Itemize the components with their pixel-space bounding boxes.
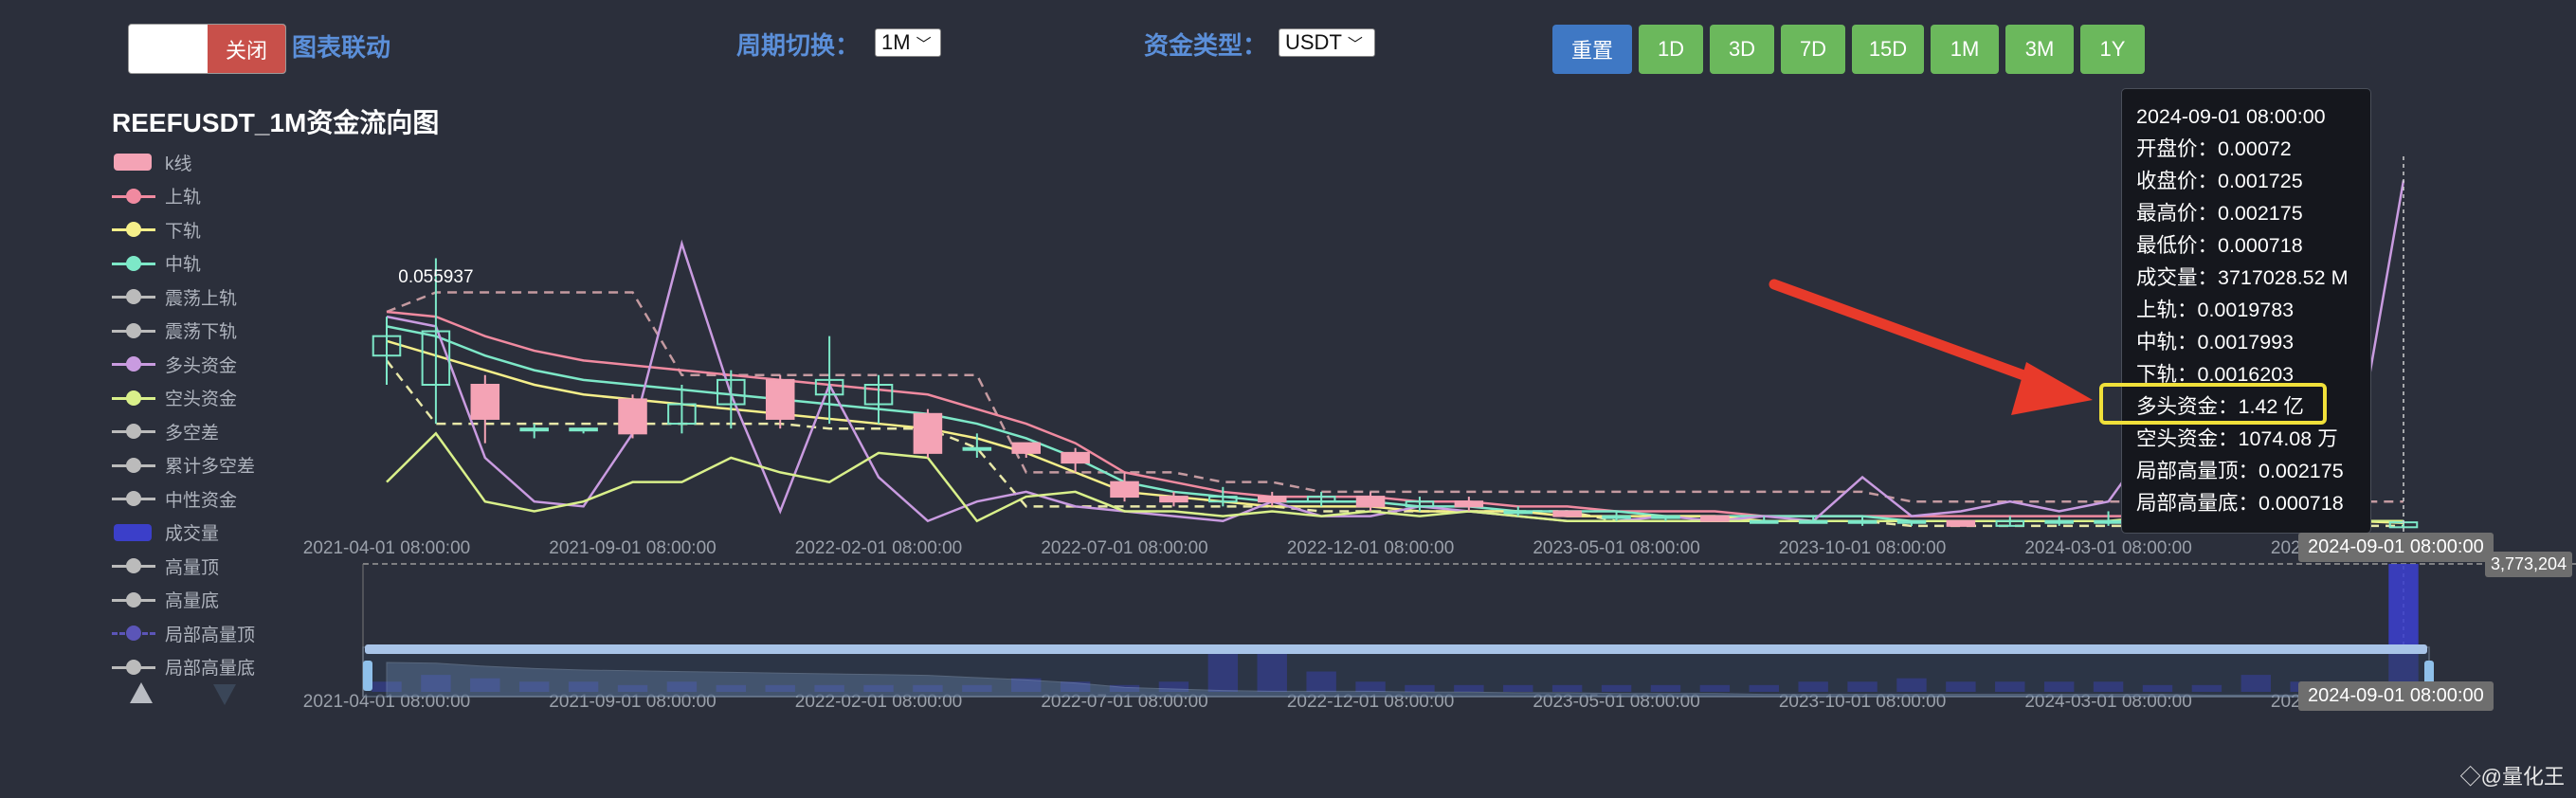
candle-body — [1896, 519, 1927, 524]
candle-body — [470, 384, 500, 420]
tooltip-line: 成交量：3717028.52 M — [2136, 266, 2349, 289]
tooltip-line: 开盘价：0.00072 — [2136, 137, 2292, 160]
watermark: ◇@量化王 — [2459, 765, 2565, 789]
data-tooltip: 2024-09-01 08:00:00 开盘价：0.00072 收盘价：0.0017… — [2121, 88, 2371, 534]
crosshair-x-label-top: 2024-09-01 08:00:00 — [2298, 533, 2494, 562]
candle-body — [1946, 519, 1976, 527]
candle-body — [1798, 519, 1828, 524]
candle-body — [2094, 519, 2123, 524]
x-tick-label: 2022-02-01 08:00:00 — [795, 538, 962, 558]
x-tick-label: 2021-04-01 08:00:00 — [303, 538, 470, 558]
candle-body — [1749, 519, 1779, 524]
candle-body — [618, 398, 647, 435]
tooltip-line: 上轨：0.0019783 — [2136, 299, 2295, 321]
candle-body — [1061, 451, 1090, 464]
candle-body — [1700, 515, 1730, 522]
candle-body — [1159, 496, 1188, 503]
x-tick-label: 2021-09-01 08:00:00 — [549, 538, 716, 558]
tooltip-line: 2024-09-01 08:00:00 — [2136, 105, 2326, 128]
candle-body — [1011, 442, 1042, 454]
candle-body — [2044, 519, 2074, 524]
crosshair-x-label-bottom: 2024-09-01 08:00:00 — [2298, 681, 2494, 711]
candle-body — [569, 427, 598, 432]
zoom-handle-left — [363, 661, 372, 691]
x-tick-label: 2022-07-01 08:00:00 — [1041, 538, 1207, 558]
candle-body — [1110, 481, 1139, 499]
series-line — [386, 339, 2404, 525]
max-value-label: 0.055937 — [398, 267, 473, 287]
candle-body — [1602, 515, 1631, 519]
tooltip-line: 中轨：0.0017993 — [2136, 331, 2295, 354]
zoom-slider-handle-bar — [365, 644, 2427, 654]
candle-body — [1503, 510, 1533, 515]
candle-body — [1847, 519, 1878, 524]
series-line — [386, 180, 2405, 523]
candle-body — [913, 412, 943, 454]
tooltip-line: 空头资金：1074.08 万 — [2136, 427, 2338, 450]
candle-body — [519, 427, 549, 432]
tooltip-line: 最高价：0.002175 — [2136, 202, 2303, 225]
candle-body — [1257, 496, 1287, 503]
x-tick-label: 2023-10-01 08:00:00 — [1779, 538, 1946, 558]
candle-body — [962, 446, 992, 451]
tooltip-line: 局部高量顶：0.002175 — [2136, 460, 2344, 482]
x-tick-label: 2024-03-01 08:00:00 — [2024, 538, 2191, 558]
candle-body — [1552, 510, 1582, 517]
candle-body — [1651, 515, 1680, 519]
tooltip-line: 收盘价：0.001725 — [2136, 170, 2303, 192]
x-tick-label: 2023-05-01 08:00:00 — [1533, 538, 1699, 558]
tooltip-line: 局部高量底：0.000718 — [2136, 492, 2344, 515]
x-tick-label: 2022-12-01 08:00:00 — [1287, 538, 1454, 558]
highlight-box — [2099, 383, 2327, 425]
annotation-arrow-shaft — [1769, 279, 2053, 390]
volume-max-label: 3,773,204 — [2485, 552, 2573, 577]
candle-body — [1454, 500, 1484, 508]
tooltip-line: 最低价：0.000718 — [2136, 234, 2303, 257]
candle-body — [765, 378, 795, 420]
candle-body — [1355, 496, 1386, 508]
